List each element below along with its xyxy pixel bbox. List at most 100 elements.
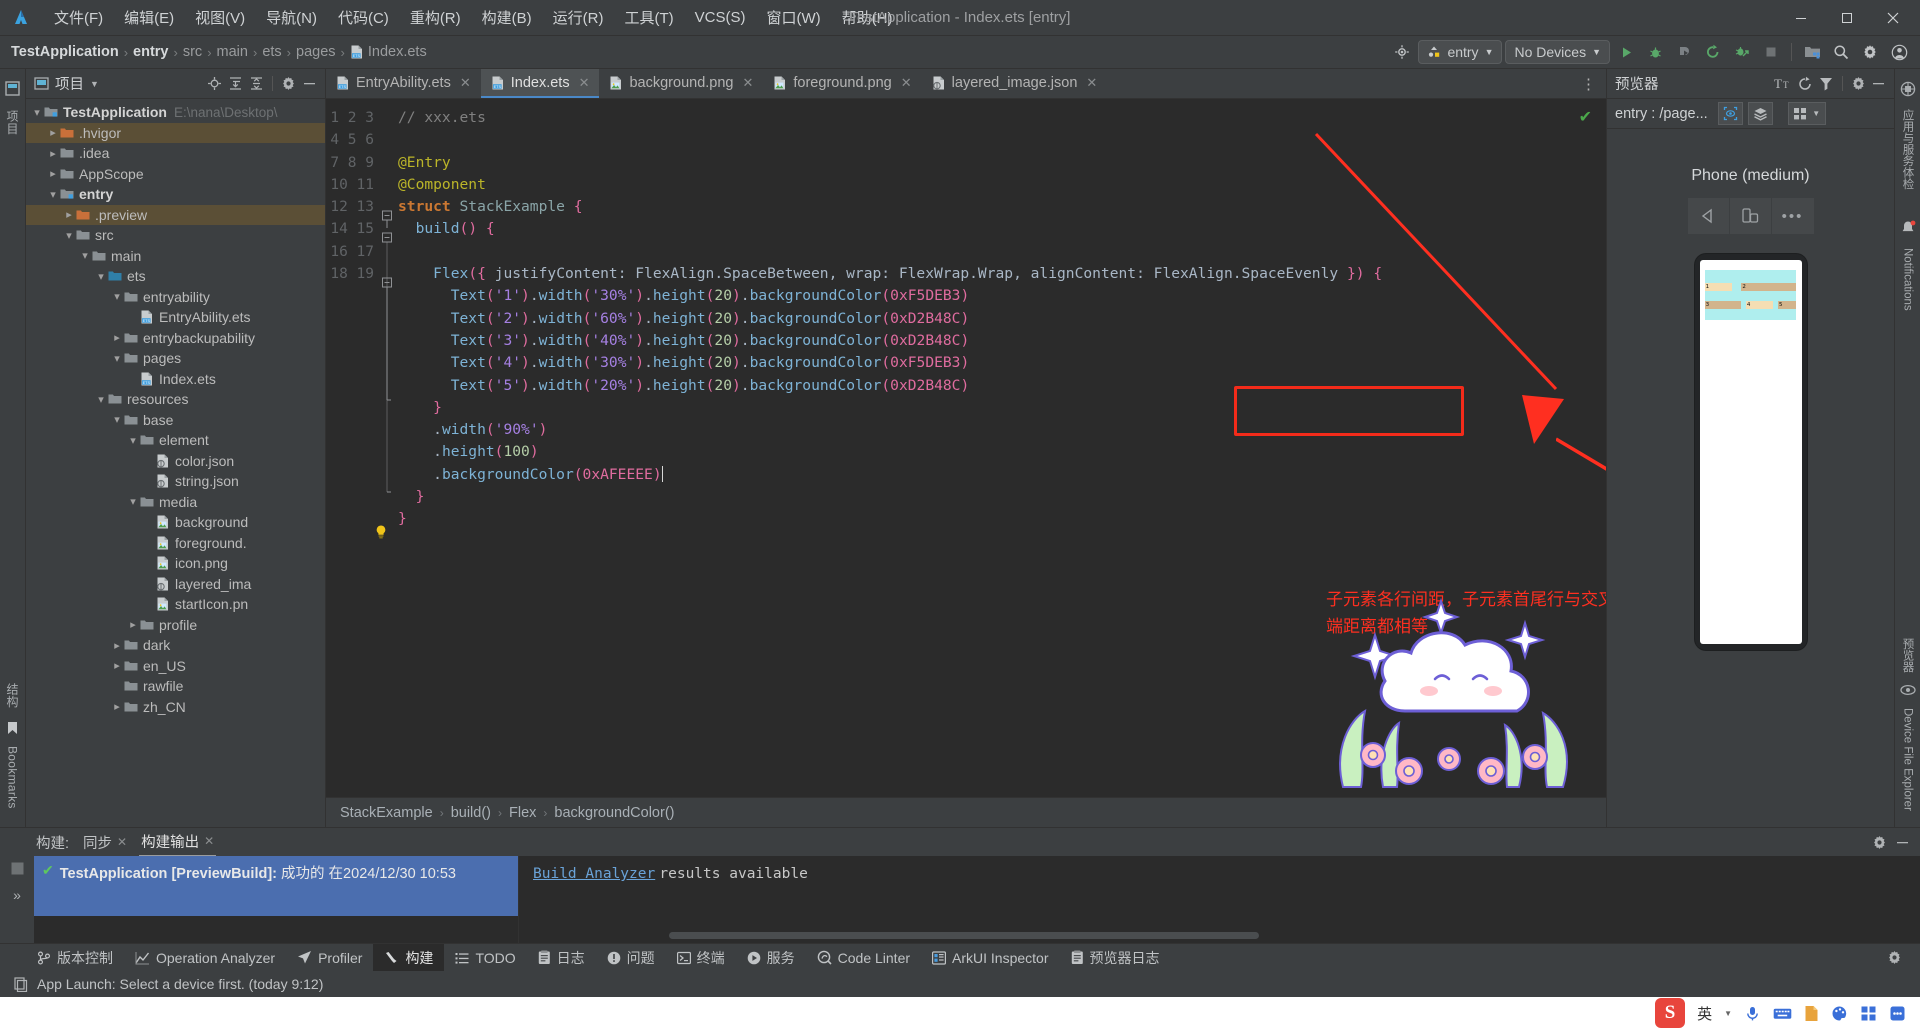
- tree-node-TestApplication[interactable]: ▾ TestApplication E:\nana\Desktop\: [26, 102, 325, 123]
- close-icon[interactable]: ✕: [579, 75, 590, 91]
- chevron-right-icon[interactable]: ▸: [126, 618, 140, 631]
- close-icon[interactable]: ✕: [460, 75, 471, 91]
- chevron-right-icon[interactable]: ▸: [110, 700, 124, 713]
- chevron-down-icon[interactable]: ▼: [1724, 1009, 1732, 1018]
- right-rail-label-notifications[interactable]: Notifications: [1902, 242, 1914, 317]
- tool-strip-版本控制[interactable]: 版本控制: [26, 944, 124, 972]
- rerun-button[interactable]: [1700, 39, 1726, 65]
- tree-node-media[interactable]: ▾ media: [26, 492, 325, 513]
- chevron-down-icon[interactable]: ▾: [94, 393, 108, 406]
- left-rail-label-project[interactable]: 项目: [4, 102, 21, 143]
- tree-node-ets[interactable]: ▾ ets: [26, 266, 325, 287]
- build-window-tab-2[interactable]: 构建输出 ✕: [139, 828, 217, 857]
- project-rail-icon[interactable]: [5, 81, 20, 96]
- tree-node-zh_CN[interactable]: ▸ zh_CN: [26, 697, 325, 718]
- chevron-right-icon[interactable]: ▸: [110, 659, 124, 672]
- device-selector[interactable]: No Devices ▼: [1505, 40, 1610, 64]
- editor-breadcrumb[interactable]: StackExample › build() › Flex › backgroundColo…: [326, 797, 1606, 827]
- tool-strip-Operation Analyzer[interactable]: Operation Analyzer: [124, 944, 286, 972]
- attach-debugger-button[interactable]: [1729, 39, 1755, 65]
- menu-item-1[interactable]: 编辑(E): [114, 3, 184, 32]
- chevron-down-icon[interactable]: ▼: [90, 79, 99, 89]
- tree-node-base[interactable]: ▾ base: [26, 410, 325, 431]
- chevron-down-icon[interactable]: ▾: [110, 290, 124, 303]
- tool-strip-Profiler[interactable]: Profiler: [286, 944, 373, 972]
- tree-node-pages[interactable]: ▾ pages: [26, 348, 325, 369]
- gear-icon[interactable]: [1872, 835, 1887, 850]
- menu-item-7[interactable]: 运行(R): [543, 3, 614, 32]
- tree-node-string.json[interactable]: string.json: [26, 471, 325, 492]
- build-output-tree[interactable]: ✔ TestApplication [PreviewBuild]: 成功的 在2…: [34, 856, 519, 943]
- tree-node-startIcon.pn[interactable]: startIcon.pn: [26, 594, 325, 615]
- tree-node-.idea[interactable]: ▸ .idea: [26, 143, 325, 164]
- font-size-icon[interactable]: TT: [1774, 76, 1792, 91]
- app-services-icon[interactable]: [1900, 81, 1916, 97]
- mic-icon[interactable]: [1744, 1005, 1761, 1022]
- expand-all-icon[interactable]: [228, 76, 243, 91]
- preview-entry-label[interactable]: entry : /page...: [1615, 106, 1708, 122]
- tree-node-entry[interactable]: ▾ entry: [26, 184, 325, 205]
- doc-icon[interactable]: [1804, 1005, 1819, 1022]
- chevron-right-icon[interactable]: ▸: [46, 126, 60, 139]
- multi-device-icon[interactable]: [1729, 198, 1772, 234]
- stop-button[interactable]: [1758, 39, 1784, 65]
- left-rail-label-structure[interactable]: 结构: [4, 675, 21, 716]
- close-icon[interactable]: ✕: [901, 75, 912, 91]
- tool-strip-服务[interactable]: 服务: [736, 944, 806, 972]
- tool-strip-Code Linter[interactable]: Code Linter: [806, 944, 921, 972]
- menu-item-6[interactable]: 构建(B): [472, 3, 542, 32]
- ime-mode-label[interactable]: 英: [1697, 1003, 1712, 1024]
- project-tree[interactable]: ▾ TestApplication E:\nana\Desktop\ ▸ .hvigor…: [26, 99, 325, 827]
- chevron-right-icon[interactable]: ▸: [110, 331, 124, 344]
- menu-item-11[interactable]: 帮助(H): [832, 3, 903, 32]
- tree-node-.hvigor[interactable]: ▸ .hvigor: [26, 122, 325, 143]
- tree-node-color.json[interactable]: color.json: [26, 451, 325, 472]
- tool-strip-问题[interactable]: 问题: [596, 944, 666, 972]
- left-rail-label-bookmarks[interactable]: Bookmarks: [6, 738, 20, 817]
- build-window-tab-0[interactable]: 构建:: [34, 829, 71, 856]
- debug-button[interactable]: [1642, 39, 1668, 65]
- collapse-all-icon[interactable]: [249, 76, 264, 91]
- tool-strip-日志[interactable]: 日志: [527, 944, 596, 972]
- run-button[interactable]: [1613, 39, 1639, 65]
- chevron-down-icon[interactable]: ▾: [110, 413, 124, 426]
- minimize-button[interactable]: [1778, 1, 1824, 35]
- more-tabs-icon[interactable]: ⋮: [1571, 69, 1606, 98]
- tree-node-dark[interactable]: ▸ dark: [26, 635, 325, 656]
- chevron-down-icon[interactable]: ▾: [126, 434, 140, 447]
- tree-node-Index.ets[interactable]: ETS Index.ets: [26, 369, 325, 390]
- tree-node-layered_ima[interactable]: layered_ima: [26, 574, 325, 595]
- preview-eye-icon[interactable]: [1899, 684, 1916, 696]
- profile-run-button[interactable]: [1671, 39, 1697, 65]
- multi-device-grid-icon[interactable]: ▼: [1787, 102, 1826, 125]
- tree-node-entryability[interactable]: ▾ entryability: [26, 287, 325, 308]
- close-icon[interactable]: ✕: [117, 835, 127, 849]
- breadcrumb-item-pages[interactable]: pages: [293, 43, 339, 61]
- menu-item-2[interactable]: 视图(V): [185, 3, 255, 32]
- inspector-eye-icon[interactable]: [1717, 102, 1743, 125]
- gear-icon[interactable]: [1851, 76, 1866, 91]
- tree-node-EntryAbility.ets[interactable]: ETS EntryAbility.ets: [26, 307, 325, 328]
- hide-panel-icon[interactable]: [302, 76, 317, 91]
- chevron-down-icon[interactable]: ▾: [94, 270, 108, 283]
- editor-tab-layered_image.json[interactable]: layered_image.json ✕: [922, 69, 1108, 98]
- horizontal-scrollbar[interactable]: [669, 932, 1259, 939]
- target-icon[interactable]: [1389, 39, 1415, 65]
- tool-strip-构建[interactable]: 构建: [373, 943, 445, 972]
- hide-panel-icon[interactable]: [1895, 835, 1910, 850]
- tool-strip-终端[interactable]: 终端: [666, 944, 736, 972]
- right-rail-label-preview[interactable]: 预览器: [1900, 632, 1916, 679]
- chevron-right-icon[interactable]: ▸: [110, 639, 124, 652]
- filter-icon[interactable]: [1818, 76, 1834, 92]
- tree-node-foreground.[interactable]: foreground.: [26, 533, 325, 554]
- breadcrumb-item-main[interactable]: main: [214, 43, 251, 61]
- tree-node-profile[interactable]: ▸ profile: [26, 615, 325, 636]
- tool-strip-预览器日志[interactable]: 预览器日志: [1060, 944, 1171, 972]
- build-status-row[interactable]: ✔ TestApplication [PreviewBuild]: 成功的 在2…: [34, 856, 518, 916]
- editor-breadcrumb-item-2[interactable]: Flex: [509, 805, 536, 821]
- project-structure-icon[interactable]: [1799, 39, 1825, 65]
- gear-icon[interactable]: [281, 76, 296, 91]
- maximize-button[interactable]: [1824, 1, 1870, 35]
- apps-icon[interactable]: [1860, 1005, 1877, 1022]
- chevron-down-icon[interactable]: ▾: [126, 495, 140, 508]
